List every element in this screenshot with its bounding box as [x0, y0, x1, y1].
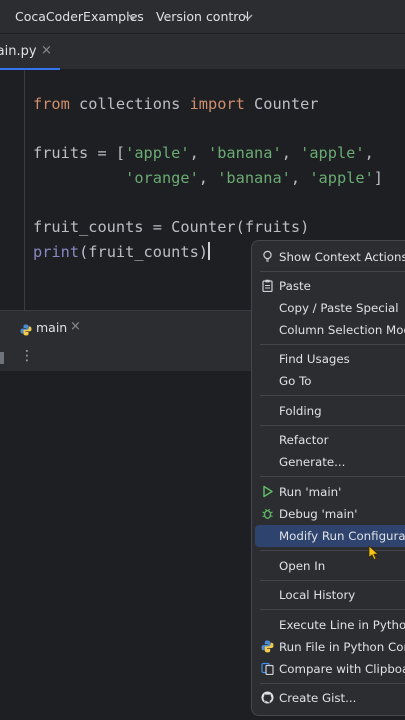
menu-item-go-to[interactable]: Go To	[252, 370, 405, 392]
menu-separator	[260, 395, 405, 396]
menu-item-debug-main[interactable]: Debug 'main'	[252, 503, 405, 525]
code-line-3: 'orange', 'banana', 'apple']	[125, 169, 384, 187]
menu-item-run-main[interactable]: Run 'main'	[252, 481, 405, 503]
menu-item-copy-paste-special[interactable]: Copy / Paste Special	[252, 297, 405, 319]
close-icon[interactable]: ×	[41, 43, 52, 58]
menu-item-execute-line-in-console[interactable]: Execute Line in Python Console	[252, 614, 405, 636]
tab-main-py[interactable]: main.py ×	[0, 34, 60, 70]
editor-tab-bar: main.py ×	[0, 34, 405, 70]
menu-item-find-usages[interactable]: Find Usages	[252, 348, 405, 370]
menu-separator	[260, 476, 405, 477]
menu-item-open-in[interactable]: Open In	[252, 555, 405, 577]
menu-separator	[260, 683, 405, 684]
run-tab-main[interactable]: main	[36, 320, 67, 335]
menu-separator	[260, 550, 405, 551]
menu-item-run-file-in-console[interactable]: Run File in Python Console	[252, 636, 405, 658]
debug-icon	[261, 507, 274, 520]
menu-item-generate[interactable]: Generate...	[252, 451, 405, 473]
menu-item-refactor[interactable]: Refactor	[252, 429, 405, 451]
gutter-divider	[24, 70, 25, 310]
menu-separator	[260, 344, 405, 345]
tab-label: main.py	[0, 44, 37, 59]
menu-item-folding[interactable]: Folding	[252, 400, 405, 422]
vcs-widget[interactable]: Version control	[156, 9, 249, 24]
menu-item-local-history[interactable]: Local History	[252, 584, 405, 606]
more-options-icon[interactable]: ⋮	[20, 348, 34, 364]
menu-item-compare-with-clipboard[interactable]: Compare with Clipboard	[252, 658, 405, 680]
code-line-1: from collections import Counter	[33, 95, 319, 113]
code-line-4: fruit_counts = Counter(fruits)	[33, 218, 310, 236]
title-bar: CocaCoderExamples Version control	[0, 0, 405, 34]
run-icon	[261, 485, 274, 498]
bulb-icon	[261, 250, 274, 263]
compare-icon	[261, 662, 274, 676]
menu-separator	[260, 609, 405, 610]
clipboard-icon	[261, 279, 274, 293]
chevron-down-icon[interactable]	[128, 6, 138, 31]
menu-item-create-gist[interactable]: Create Gist...	[252, 687, 405, 709]
python-icon	[261, 640, 274, 653]
toolbar-stub	[0, 352, 4, 364]
menu-separator	[260, 425, 405, 426]
menu-separator	[260, 271, 405, 272]
menu-item-modify-run-configuration[interactable]: Modify Run Configuration...	[255, 525, 405, 547]
text-caret	[208, 242, 210, 260]
code-line-5: print(fruit_counts)	[33, 242, 210, 261]
context-menu: Show Context Actions Paste Copy / Paste …	[251, 240, 405, 716]
menu-item-show-context-actions[interactable]: Show Context Actions	[252, 246, 405, 268]
project-name[interactable]: CocaCoderExamples	[15, 9, 144, 24]
chevron-down-icon[interactable]	[243, 6, 253, 31]
menu-separator	[260, 580, 405, 581]
mouse-pointer-icon	[368, 545, 380, 561]
close-icon[interactable]: ×	[70, 319, 81, 334]
python-icon	[20, 321, 32, 336]
menu-item-column-selection-mode[interactable]: Column Selection Mode	[252, 319, 405, 341]
code-line-2: fruits = ['apple', 'banana', 'apple',	[33, 144, 374, 162]
menu-item-paste[interactable]: Paste	[252, 275, 405, 297]
github-icon	[261, 691, 274, 704]
